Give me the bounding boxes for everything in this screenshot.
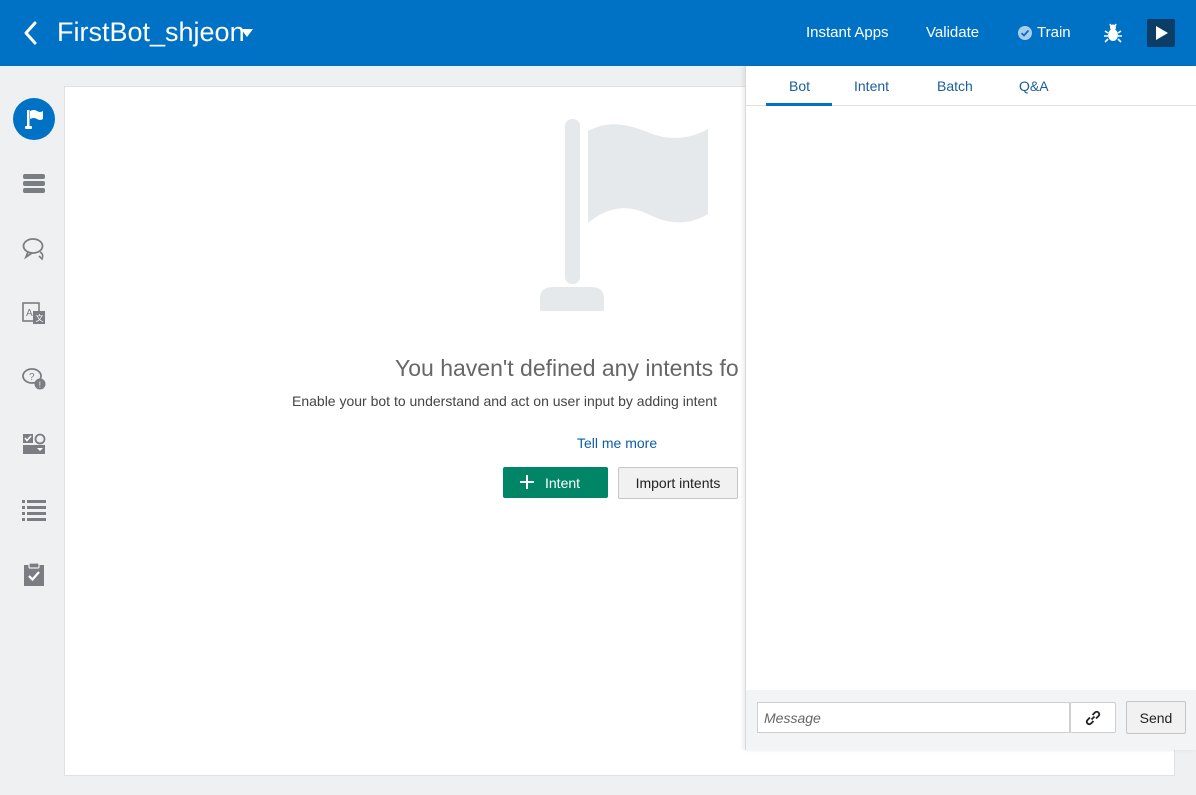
- components-icon[interactable]: [13, 423, 55, 465]
- empty-state-heading: You haven't defined any intents fo: [395, 355, 739, 381]
- bot-tester-panel: Bot Intent Batch Q&A Send: [745, 66, 1196, 750]
- send-button[interactable]: Send: [1126, 701, 1186, 734]
- qna-icon[interactable]: ?!: [13, 358, 55, 400]
- instant-apps-link[interactable]: Instant Apps: [806, 24, 889, 41]
- app-header: FirstBot_shjeon Instant Apps Validate Tr…: [0, 0, 1196, 66]
- resource-bundles-icon[interactable]: A文: [13, 293, 55, 335]
- clipboard-check-icon[interactable]: [13, 553, 55, 595]
- plus-icon: [519, 474, 535, 493]
- open-tester-play-button[interactable]: [1147, 19, 1175, 47]
- train-link[interactable]: Train: [1037, 24, 1071, 41]
- channels-list-icon[interactable]: [13, 488, 55, 530]
- tab-qna[interactable]: Q&A: [1019, 78, 1049, 94]
- bot-menu-caret-icon[interactable]: [238, 26, 256, 40]
- tab-intent[interactable]: Intent: [854, 78, 889, 94]
- message-input[interactable]: [757, 702, 1070, 733]
- train-check-icon: [1018, 26, 1032, 40]
- active-tab-indicator: [766, 103, 832, 106]
- intents-flag-icon[interactable]: [13, 98, 55, 140]
- link-icon: [1085, 710, 1101, 726]
- validate-link[interactable]: Validate: [926, 24, 979, 41]
- empty-state-description: Enable your bot to understand and act on…: [292, 393, 717, 409]
- back-arrow-icon[interactable]: [20, 19, 42, 47]
- debug-bug-icon[interactable]: [1103, 22, 1123, 44]
- attach-link-button[interactable]: [1070, 702, 1116, 733]
- left-sidebar: A文 ?!: [0, 66, 65, 795]
- svg-text:?: ?: [29, 372, 35, 383]
- tester-tabs: Bot Intent Batch Q&A: [746, 66, 1196, 106]
- import-intents-button[interactable]: Import intents: [618, 467, 738, 499]
- tester-message-bar: Send: [746, 690, 1196, 750]
- svg-text:!: !: [39, 381, 41, 390]
- bot-name-title: FirstBot_shjeon: [57, 17, 245, 47]
- add-intent-label: Intent: [545, 475, 581, 491]
- add-intent-button[interactable]: Intent: [503, 467, 608, 498]
- flows-chat-icon[interactable]: [13, 228, 55, 270]
- entities-icon[interactable]: [13, 163, 55, 205]
- tab-batch[interactable]: Batch: [937, 78, 973, 94]
- svg-text:文: 文: [36, 313, 44, 323]
- svg-text:A: A: [26, 308, 33, 319]
- tab-bot[interactable]: Bot: [789, 78, 810, 94]
- tell-me-more-link[interactable]: Tell me more: [577, 435, 657, 451]
- empty-state-flag-icon: [540, 119, 710, 319]
